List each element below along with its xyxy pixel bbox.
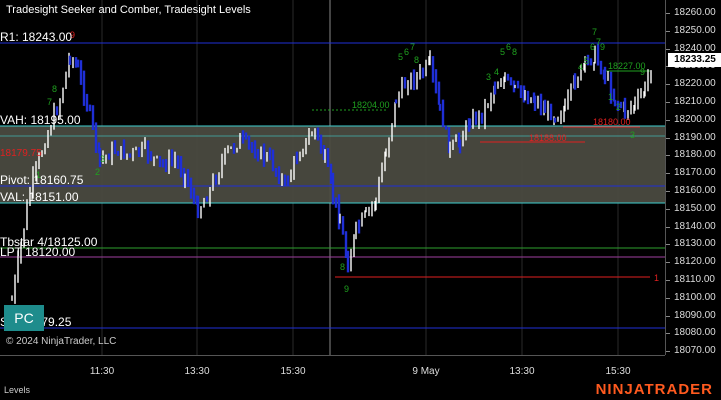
r1-label: R1: 18243.00 <box>0 30 73 44</box>
time-tick-label: 13:30 <box>509 366 535 377</box>
price-chart[interactable]: 18204.00 18227.00 18188.00 18180.00 1 87… <box>0 0 665 355</box>
price-tick-label: 18150.00 <box>674 202 716 214</box>
sequence-count-label: 6 <box>506 42 511 52</box>
sequence-count-label: 9 <box>600 42 605 52</box>
sequence-count-label: 9 <box>640 67 645 77</box>
sequence-count-label: 5 <box>398 52 403 62</box>
sequence-count-label: 7 <box>410 42 415 52</box>
sequence-count-label: 8 <box>414 55 419 65</box>
sequence-count-label: 5 <box>584 56 589 66</box>
price-tick-label: 18100.00 <box>674 291 716 303</box>
sequence-count-label: 6 <box>590 42 595 52</box>
price-tick-mark <box>666 351 670 353</box>
price-tick-label: 18200.00 <box>674 113 716 125</box>
sequence-count-label: 7 <box>592 27 597 37</box>
time-tick-label: 9 May <box>412 366 440 377</box>
price-tick-label: 18130.00 <box>674 238 716 250</box>
sequence-count-label: 8 <box>52 84 57 94</box>
time-tick-label: 15:30 <box>605 366 631 377</box>
price-tick-label: 18260.00 <box>674 7 716 18</box>
price-tick-mark <box>666 280 670 281</box>
right-marker: 1 <box>654 273 659 283</box>
time-tick-label: 15:30 <box>280 366 306 377</box>
pivot-label: Pivot: 18160.75 <box>0 173 84 187</box>
price-tick-mark <box>666 297 670 299</box>
chart-title: Tradesight Seeker and Comber, Tradesight… <box>6 4 251 16</box>
price-tick-mark <box>666 48 670 50</box>
price-tick-label: 18240.00 <box>674 42 716 54</box>
price-tick-mark <box>666 333 670 335</box>
sequence-count-label: 4 <box>494 67 499 77</box>
sequence-count-label: 6 <box>404 47 409 57</box>
price-axis[interactable]: 18260.0018250.0018240.0018230.0018220.00… <box>665 0 721 357</box>
price-tick-label: 18080.00 <box>674 327 716 339</box>
val-label: VAL: 18151.00 <box>0 190 79 204</box>
red-level-label-1: 18188.00 <box>529 133 567 143</box>
status-bar: Levels NINJATRADER <box>0 379 721 400</box>
red-level-label-2: 18180.00 <box>593 117 631 127</box>
sequence-count-label: 3 <box>630 130 635 140</box>
price-tick-label: 18180.00 <box>674 149 716 161</box>
left-red-label: 18179.75 <box>0 148 42 159</box>
sequence-count-label: 5 <box>500 47 505 57</box>
price-tick-label: 18160.00 <box>674 185 716 196</box>
vah-label: VAH: 18195.00 <box>0 113 81 127</box>
time-axis[interactable]: 11:30 13:30 15:30 9 May 13:30 15:30 <box>0 355 665 379</box>
price-tick-label: 18190.00 <box>674 131 716 143</box>
copyright: © 2024 NinjaTrader, LLC <box>6 336 117 347</box>
sequence-count-label: 4 <box>578 62 583 72</box>
price-tick-mark <box>666 208 670 210</box>
sequence-count-label: 3 <box>100 154 105 164</box>
price-tick-mark <box>666 262 670 264</box>
price-tick-label: 18250.00 <box>674 24 716 36</box>
price-tick-mark <box>666 13 670 14</box>
price-tick-label: 18210.00 <box>674 96 716 107</box>
sequence-count-label: 8 <box>512 47 517 57</box>
price-tick-label: 18140.00 <box>674 220 716 232</box>
time-tick-label: 13:30 <box>184 366 210 377</box>
price-tick-label: 18170.00 <box>674 167 716 179</box>
price-tick-label: 18120.00 <box>674 256 716 268</box>
price-tick-label: 18220.00 <box>674 78 716 90</box>
green-level-label-1: 18204.00 <box>352 100 390 110</box>
sequence-count-label: 8 <box>340 262 345 272</box>
price-tick-mark <box>666 30 670 32</box>
ninjatrader-logo: NINJATRADER <box>595 381 713 398</box>
sequence-count-label: 9 <box>344 284 349 294</box>
price-tick-label: 18090.00 <box>674 309 716 321</box>
price-tick-mark <box>666 244 670 246</box>
sequence-count-label: 3 <box>486 72 491 82</box>
price-tick-mark <box>666 315 670 317</box>
lpt-label: LPT 18120.00 <box>0 245 76 259</box>
last-price-marker: 18233.25 <box>668 53 721 67</box>
price-tick-mark <box>666 191 670 192</box>
pc-button[interactable]: PC <box>4 305 44 331</box>
sequence-count-label: 2 <box>616 102 621 112</box>
status-text[interactable]: Levels <box>4 385 30 395</box>
price-tick-label: 18070.00 <box>674 345 716 357</box>
price-tick-label: 18110.00 <box>674 274 715 285</box>
sequence-count-label: 7 <box>47 97 52 107</box>
price-tick-mark <box>666 155 670 157</box>
time-tick-label: 11:30 <box>89 366 115 377</box>
price-tick-mark <box>666 102 670 103</box>
chart-panel[interactable]: 18204.00 18227.00 18188.00 18180.00 1 87… <box>0 0 665 355</box>
sequence-count-label: 2 <box>95 167 100 177</box>
price-tick-mark <box>666 137 670 139</box>
price-tick-mark <box>666 226 670 228</box>
price-tick-mark <box>666 173 670 175</box>
price-tick-mark <box>666 84 670 86</box>
price-tick-mark <box>666 119 670 121</box>
sequence-count-label: 1 <box>608 92 613 102</box>
